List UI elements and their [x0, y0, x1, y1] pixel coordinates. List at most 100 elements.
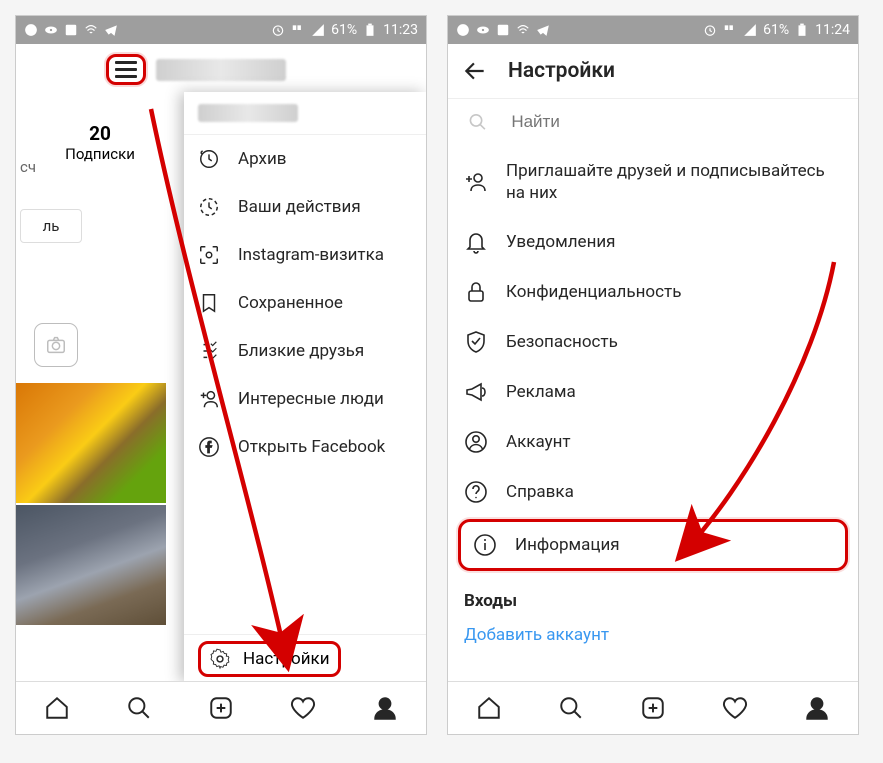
network-icon: [723, 23, 737, 37]
menu-nametag[interactable]: Instagram-визитка: [184, 231, 426, 279]
telegram-icon: [536, 23, 550, 37]
help-icon: [464, 480, 488, 504]
person-circle-icon: [464, 430, 488, 454]
settings-button[interactable]: Настройки: [198, 641, 341, 677]
square-icon: [64, 23, 78, 37]
add-person-icon: [464, 170, 488, 194]
setting-label: Реклама: [506, 382, 576, 402]
menu-label: Архив: [238, 149, 286, 169]
nav-add-icon[interactable]: [640, 695, 666, 721]
battery-percent: 61%: [763, 22, 789, 38]
nav-add-icon[interactable]: [208, 695, 234, 721]
settings-footer: Настройки: [184, 634, 426, 682]
nav-home-icon[interactable]: [44, 695, 70, 721]
search-input[interactable]: [509, 111, 838, 133]
logins-section-label: Входы: [448, 573, 858, 619]
settings-notifications[interactable]: Уведомления: [448, 217, 858, 267]
phone-screen-1: 61% 11:23 сч 20 Подписки ль: [15, 15, 427, 735]
skype-icon: [456, 23, 470, 37]
edit-profile-button[interactable]: ль: [20, 209, 82, 243]
add-person-icon: [198, 388, 220, 410]
photo-grid: [16, 383, 184, 625]
bottom-navigation: [448, 681, 858, 734]
signal-icon: [311, 23, 325, 37]
settings-about-highlighted[interactable]: Информация: [458, 519, 848, 571]
menu-label: Ваши действия: [238, 197, 361, 217]
username-blurred: [156, 59, 286, 81]
activity-icon: [198, 196, 220, 218]
page-title: Настройки: [508, 59, 615, 83]
settings-header: Настройки: [448, 44, 858, 99]
nav-profile-icon[interactable]: [372, 695, 398, 721]
bookmark-icon: [198, 292, 220, 314]
hamburger-menu-button[interactable]: [106, 54, 146, 85]
eye-icon: [476, 23, 490, 37]
megaphone-icon: [464, 380, 488, 404]
grid-photo[interactable]: [16, 505, 166, 625]
setting-label: Безопасность: [506, 332, 618, 352]
settings-security[interactable]: Безопасность: [448, 317, 858, 367]
search-row[interactable]: [448, 99, 858, 147]
close-friends-icon: [198, 340, 220, 362]
wifi-icon: [84, 23, 98, 37]
settings-invite-friends[interactable]: Приглашайте друзей и подписывайтесь на н…: [448, 147, 858, 217]
facebook-icon: [198, 436, 220, 458]
menu-label: Интересные люди: [238, 389, 384, 409]
clock-time: 11:23: [383, 22, 418, 38]
wifi-icon: [516, 23, 530, 37]
setting-label: Справка: [506, 482, 574, 502]
eye-icon: [44, 23, 58, 37]
menu-label: Сохраненное: [238, 293, 343, 313]
nav-search-icon[interactable]: [558, 695, 584, 721]
nav-heart-icon[interactable]: [722, 695, 748, 721]
side-menu-panel: Архив Ваши действия Instagram-визитка Со…: [184, 92, 426, 682]
panel-username-blurred: [198, 104, 298, 122]
status-bar: 61% 11:23: [16, 16, 426, 44]
camera-icon: [45, 334, 67, 356]
lock-icon: [464, 280, 488, 304]
follow-stat[interactable]: сч 20 Подписки: [16, 92, 184, 173]
phone-screen-2: 61% 11:24 Настройки Приглашайте друзей и…: [447, 15, 859, 735]
setting-label: Конфиденциальность: [506, 282, 681, 302]
settings-help[interactable]: Справка: [448, 467, 858, 517]
network-icon: [291, 23, 305, 37]
back-arrow-icon[interactable]: [462, 58, 488, 84]
new-story-button[interactable]: [34, 323, 78, 367]
menu-discover-people[interactable]: Интересные люди: [184, 375, 426, 423]
bell-icon: [464, 230, 488, 254]
setting-label: Аккаунт: [506, 432, 571, 452]
menu-label: Открыть Facebook: [238, 437, 385, 457]
settings-privacy[interactable]: Конфиденциальность: [448, 267, 858, 317]
menu-close-friends[interactable]: Близкие друзья: [184, 327, 426, 375]
status-bar: 61% 11:24: [448, 16, 858, 44]
battery-icon: [795, 23, 809, 37]
menu-open-facebook[interactable]: Открыть Facebook: [184, 423, 426, 471]
add-account-link[interactable]: Добавить аккаунт: [448, 619, 858, 645]
menu-saved[interactable]: Сохраненное: [184, 279, 426, 327]
profile-background: сч 20 Подписки ль: [16, 92, 184, 682]
telegram-icon: [104, 23, 118, 37]
nav-home-icon[interactable]: [476, 695, 502, 721]
settings-ads[interactable]: Реклама: [448, 367, 858, 417]
gear-icon: [209, 648, 231, 670]
bottom-navigation: [16, 681, 426, 734]
nav-search-icon[interactable]: [126, 695, 152, 721]
grid-photo[interactable]: [16, 383, 166, 503]
stat-label: Подписки: [22, 145, 178, 163]
menu-label: Instagram-визитка: [238, 245, 384, 265]
nametag-icon: [198, 244, 220, 266]
alarm-icon: [271, 23, 285, 37]
setting-label: Приглашайте друзей и подписывайтесь на н…: [506, 160, 842, 204]
stat-number: 20: [22, 122, 178, 145]
nav-profile-icon[interactable]: [804, 695, 830, 721]
square-icon: [496, 23, 510, 37]
settings-account[interactable]: Аккаунт: [448, 417, 858, 467]
settings-label: Настройки: [243, 649, 330, 669]
menu-label: Близкие друзья: [238, 341, 364, 361]
battery-percent: 61%: [331, 22, 357, 38]
menu-activity[interactable]: Ваши действия: [184, 183, 426, 231]
alarm-icon: [703, 23, 717, 37]
clock-time: 11:24: [815, 22, 850, 38]
menu-archive[interactable]: Архив: [184, 135, 426, 183]
nav-heart-icon[interactable]: [290, 695, 316, 721]
